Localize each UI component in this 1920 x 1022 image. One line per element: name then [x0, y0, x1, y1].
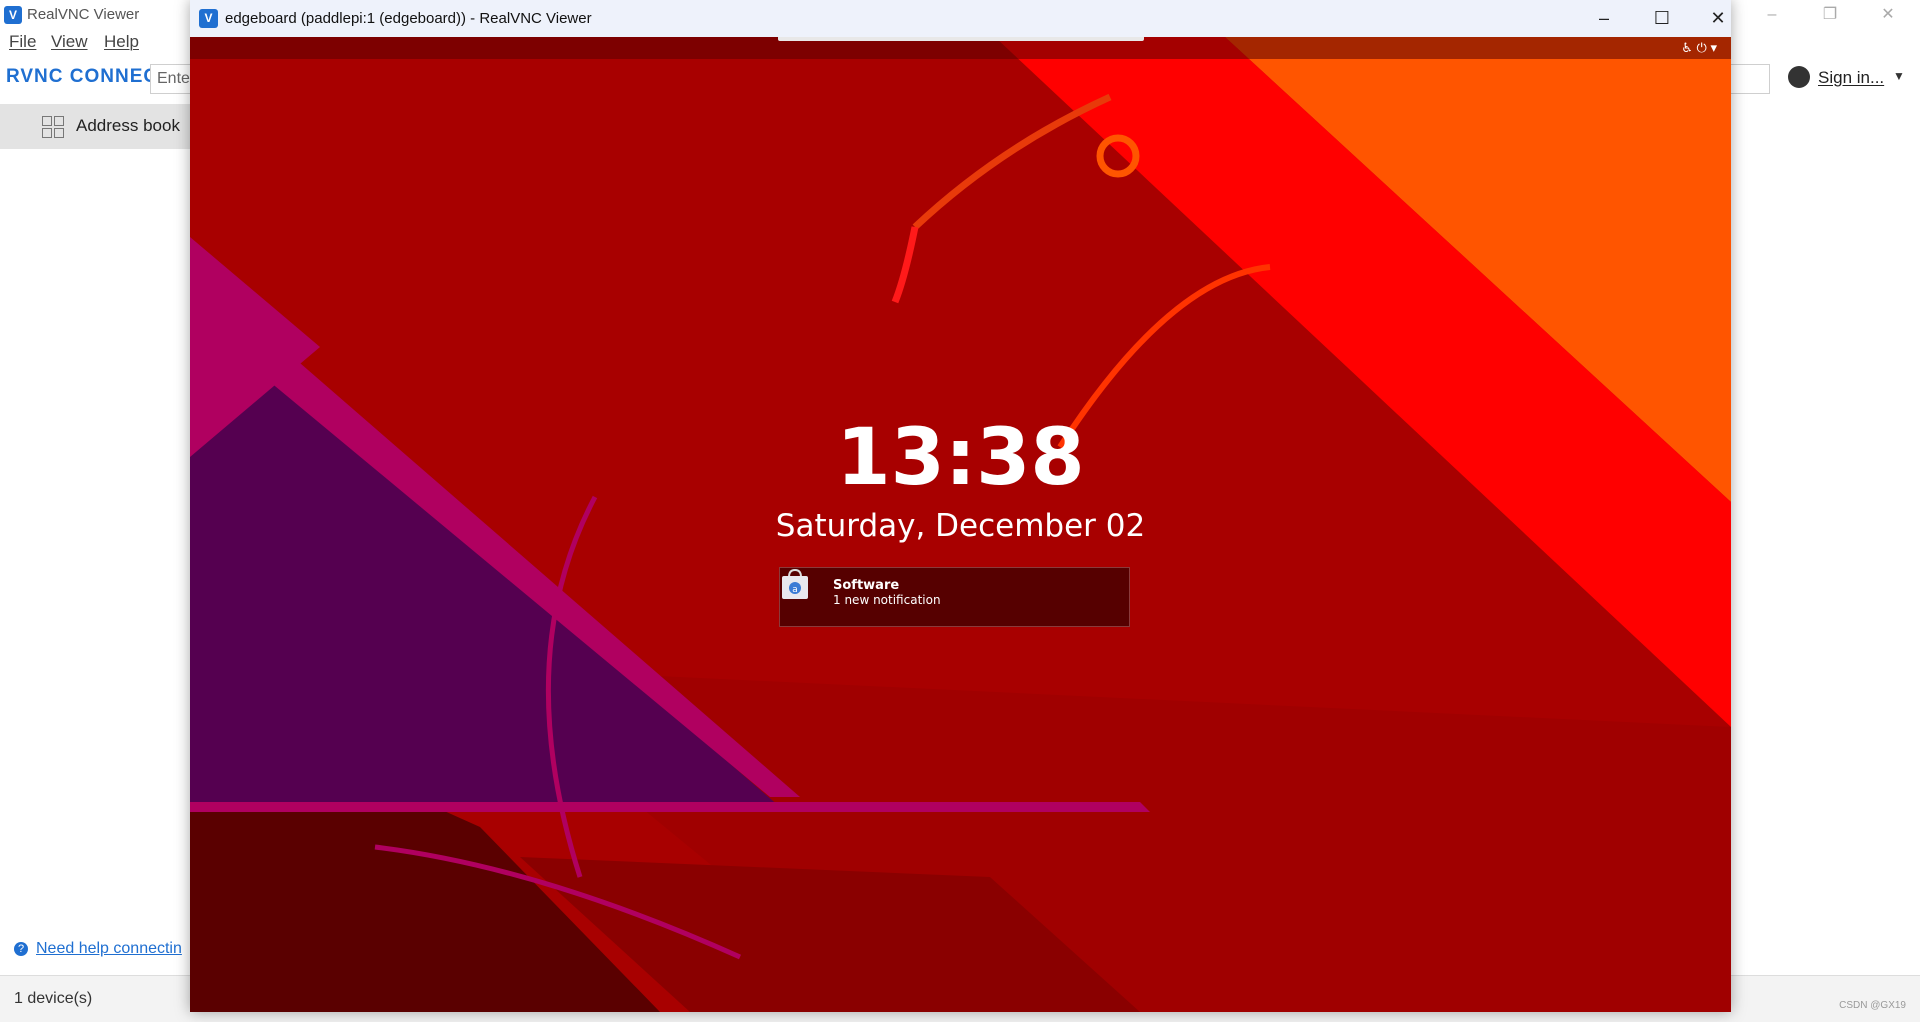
- system-menu[interactable]: ♿ ⏻ ▾: [1681, 40, 1717, 56]
- chevron-down-icon[interactable]: ▼: [1893, 69, 1905, 83]
- menu-help[interactable]: Help: [104, 32, 139, 52]
- background-window-title: RealVNC Viewer: [27, 6, 140, 23]
- software-bag-icon: a: [782, 568, 808, 599]
- realvnc-app-icon: V: [4, 6, 22, 24]
- bg-minimize-button[interactable]: –: [1743, 0, 1801, 30]
- notification-card[interactable]: a Software 1 new notification: [779, 567, 1130, 627]
- grid-icon: [42, 116, 64, 138]
- chevron-down-icon: ▾: [1710, 40, 1717, 55]
- watermark: CSDN @GX19: [1839, 1000, 1906, 1011]
- realvnc-app-icon: V: [199, 9, 218, 28]
- vnc-viewer-window: V edgeboard (paddlepi:1 (edgeboard)) - R…: [190, 0, 1731, 1012]
- help-icon: ?: [14, 942, 28, 956]
- sidebar-item-label: Address book: [76, 116, 180, 135]
- notification-app-name: Software: [833, 578, 900, 593]
- maximize-button[interactable]: ☐: [1633, 0, 1691, 37]
- vnc-connect-logo: RVNC CONNECT: [6, 66, 171, 87]
- lock-screen-date: Saturday, December 02: [775, 508, 1146, 544]
- sign-in-button[interactable]: Sign in...: [1818, 68, 1884, 88]
- bg-restore-button[interactable]: ❐: [1801, 0, 1859, 30]
- device-count: 1 device(s): [14, 990, 93, 1007]
- remote-desktop-lock-screen[interactable]: ♿ ⏻ ▾ 13:38 Saturday, December 02 a Soft…: [190, 37, 1731, 1012]
- remote-top-bar-center: [778, 37, 1144, 41]
- lock-screen-clock: 13:38: [836, 413, 1085, 503]
- vnc-titlebar: V edgeboard (paddlepi:1 (edgeboard)) - R…: [190, 0, 1731, 37]
- accessibility-icon: ♿: [1681, 40, 1693, 55]
- help-row: ? Need help connectin: [14, 940, 182, 958]
- menu-view[interactable]: View: [51, 32, 88, 52]
- power-icon: ⏻: [1696, 40, 1707, 55]
- notification-text: 1 new notification: [833, 593, 941, 607]
- close-button[interactable]: ✕: [1689, 0, 1731, 37]
- minimize-button[interactable]: –: [1575, 0, 1633, 37]
- svg-text:a: a: [792, 585, 798, 595]
- menu-file[interactable]: File: [9, 32, 36, 52]
- user-icon[interactable]: [1788, 66, 1810, 88]
- sidebar-item-address-book[interactable]: Address book: [0, 104, 190, 149]
- vnc-window-title: edgeboard (paddlepi:1 (edgeboard)) - Rea…: [225, 10, 592, 27]
- bg-close-button[interactable]: ✕: [1859, 0, 1917, 30]
- help-link[interactable]: Need help connectin: [36, 940, 182, 957]
